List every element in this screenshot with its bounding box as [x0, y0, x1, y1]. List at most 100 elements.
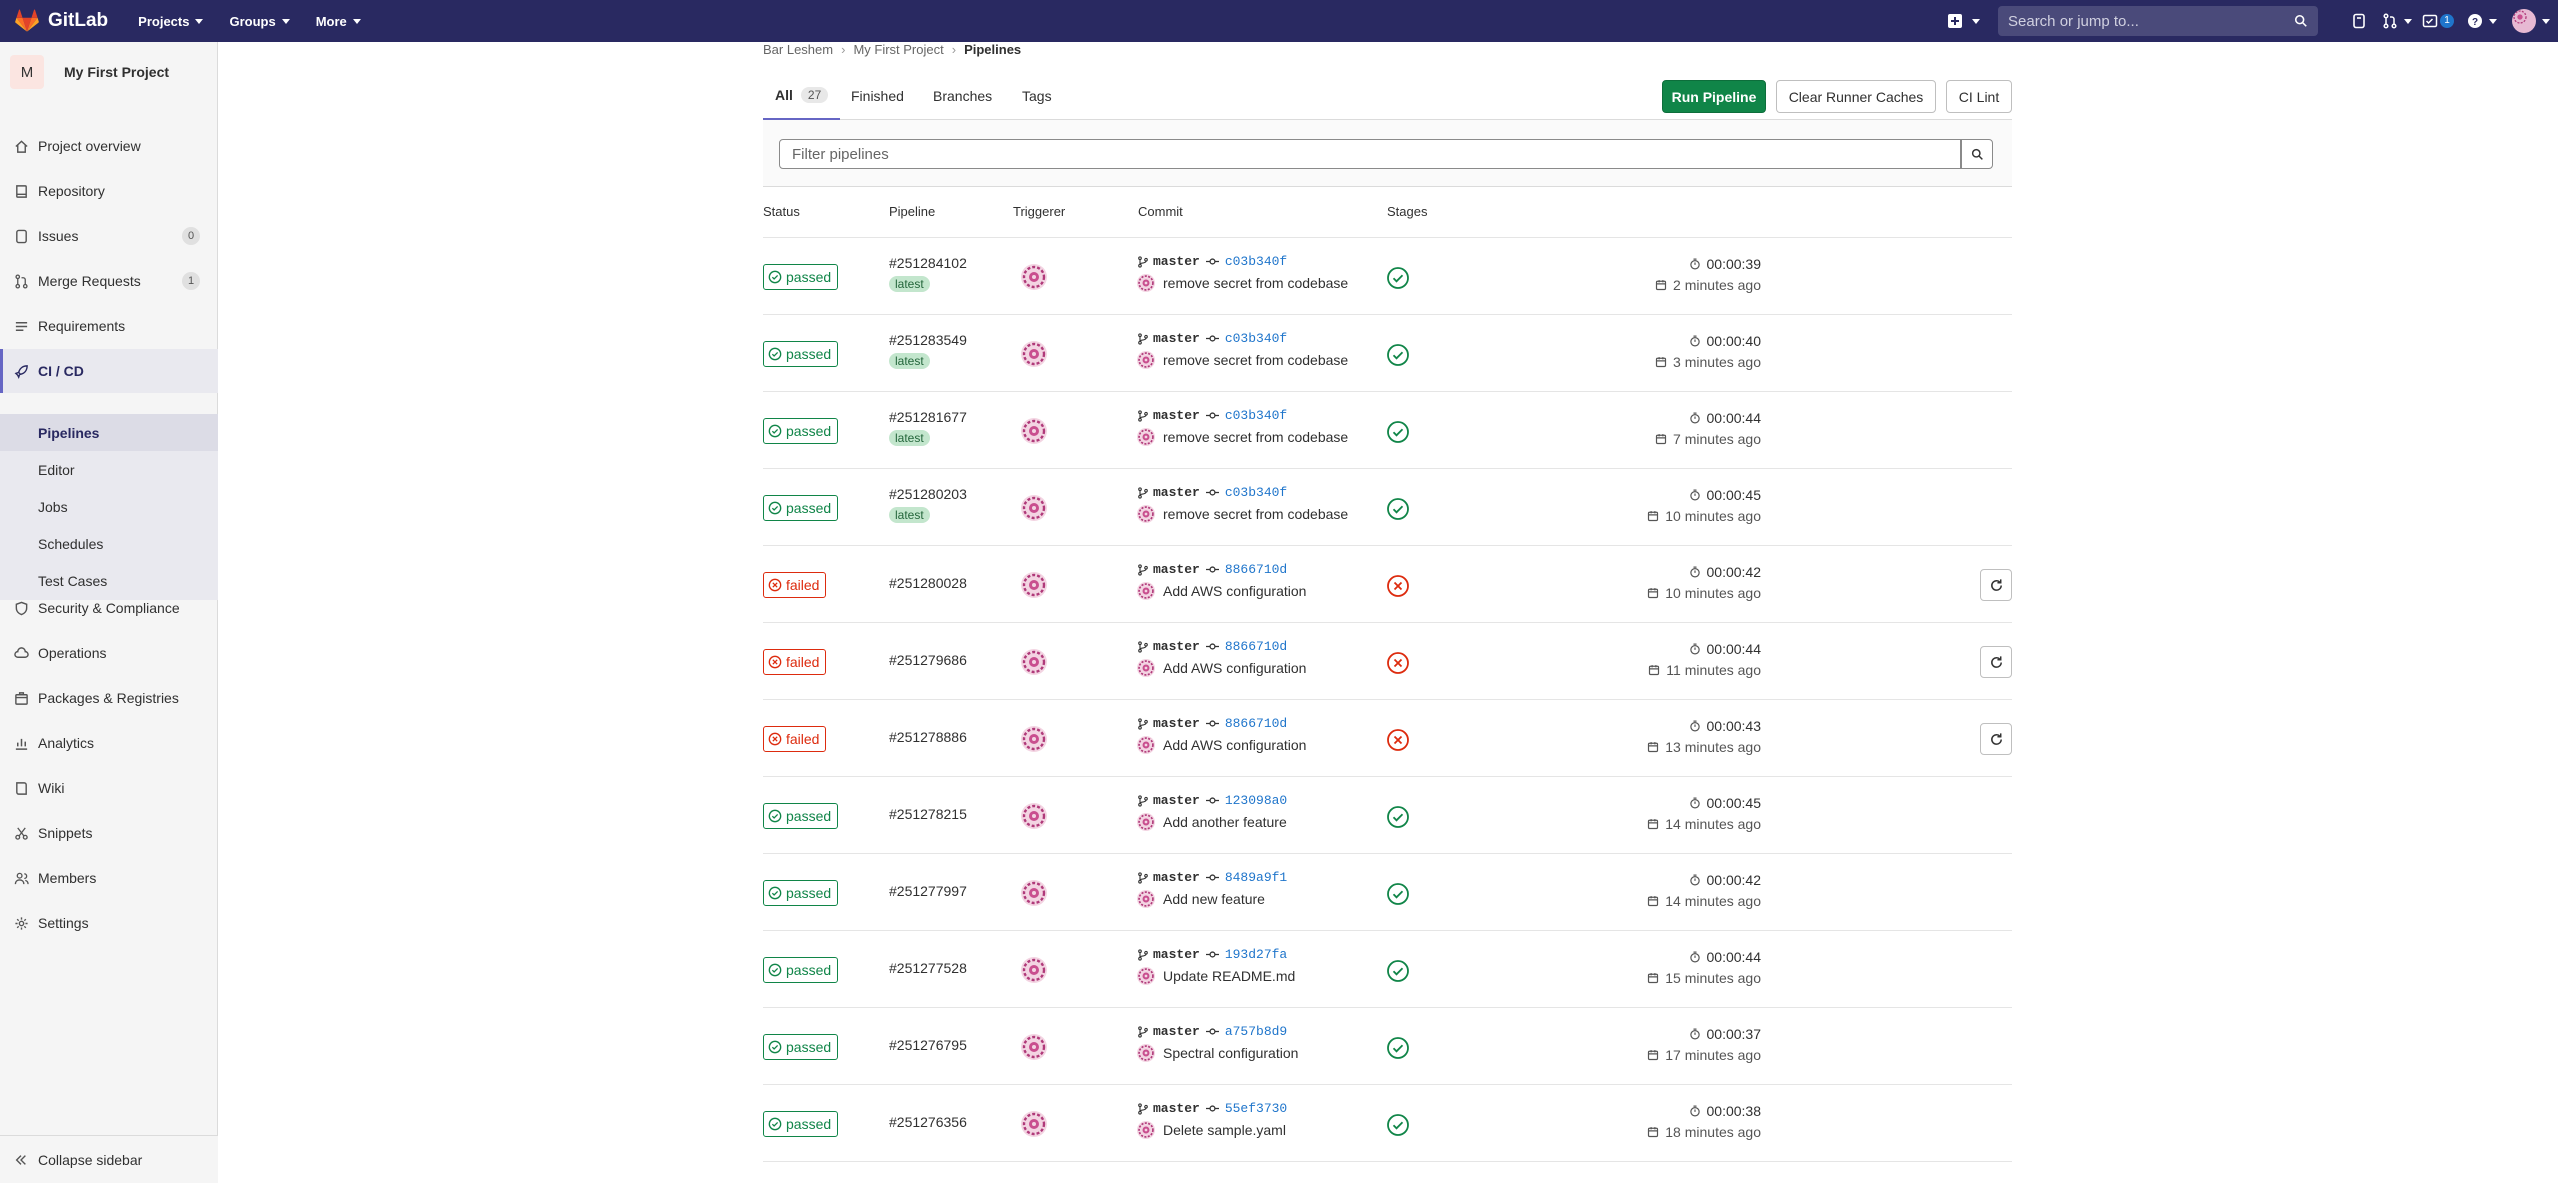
status-badge[interactable]: passed [763, 418, 839, 444]
pipeline-id-link[interactable]: #251276356 [889, 1114, 967, 1130]
sidebar-item-snippets[interactable]: Snippets [0, 811, 218, 855]
stage-passed-icon[interactable] [1386, 1113, 1410, 1137]
author-avatar[interactable] [1137, 351, 1155, 369]
project-header[interactable]: M My First Project [0, 42, 217, 102]
filter-pipelines-input[interactable] [779, 139, 1961, 169]
author-avatar[interactable] [1137, 813, 1155, 831]
pipeline-id-link[interactable]: #251281677 [889, 409, 967, 425]
tab-tags[interactable]: Tags [1022, 72, 1052, 120]
author-avatar[interactable] [1137, 428, 1155, 446]
help-nav-button[interactable]: ? [2460, 0, 2504, 42]
commit-sha-link[interactable]: c03b340f [1225, 331, 1287, 346]
pipeline-id-link[interactable]: #251277997 [889, 883, 967, 899]
sidebar-subitem-editor[interactable]: Editor [0, 451, 218, 488]
triggerer-avatar[interactable] [1021, 572, 1047, 598]
tab-finished[interactable]: Finished [851, 72, 904, 120]
todos-nav-button[interactable]: 1 [2416, 0, 2460, 42]
commit-title-link[interactable]: Add AWS configuration [1163, 737, 1306, 753]
commit-title-link[interactable]: remove secret from codebase [1163, 506, 1348, 522]
commit-sha-link[interactable]: 8866710d [1225, 562, 1287, 577]
author-avatar[interactable] [1137, 582, 1155, 600]
status-badge[interactable]: passed [763, 1034, 839, 1060]
more-menu[interactable]: More [316, 14, 361, 29]
stage-passed-icon[interactable] [1386, 959, 1410, 983]
tab-all[interactable]: All 27 [763, 72, 841, 120]
breadcrumb-current[interactable]: Pipelines [964, 42, 1021, 57]
sidebar-item-packages-registries[interactable]: Packages & Registries [0, 676, 218, 720]
pipeline-id-link[interactable]: #251283549 [889, 332, 967, 348]
stage-passed-icon[interactable] [1386, 343, 1410, 367]
new-item-button[interactable] [1944, 0, 1966, 42]
sidebar-item-analytics[interactable]: Analytics [0, 721, 218, 765]
branch-name-link[interactable]: master [1153, 331, 1200, 346]
sidebar-item-repository[interactable]: Repository [0, 169, 218, 213]
chevron-down-icon[interactable] [1972, 18, 1980, 24]
commit-title-link[interactable]: Add AWS configuration [1163, 660, 1306, 676]
commit-sha-link[interactable]: a757b8d9 [1225, 1024, 1287, 1039]
retry-button[interactable] [1980, 723, 2012, 755]
sidebar-item-settings[interactable]: Settings [0, 901, 218, 945]
groups-menu[interactable]: Groups [229, 14, 290, 29]
author-avatar[interactable] [1137, 659, 1155, 677]
commit-sha-link[interactable]: 123098a0 [1225, 793, 1287, 808]
status-badge[interactable]: passed [763, 803, 839, 829]
branch-name-link[interactable]: master [1153, 716, 1200, 731]
commit-title-link[interactable]: Spectral configuration [1163, 1045, 1298, 1061]
status-badge[interactable]: passed [763, 880, 839, 906]
branch-name-link[interactable]: master [1153, 793, 1200, 808]
sidebar-item-operations[interactable]: Operations [0, 631, 218, 675]
merge-requests-nav-button[interactable] [2378, 0, 2416, 42]
stage-passed-icon[interactable] [1386, 882, 1410, 906]
issues-nav-button[interactable] [2340, 0, 2378, 42]
branch-name-link[interactable]: master [1153, 870, 1200, 885]
commit-title-link[interactable]: Add AWS configuration [1163, 583, 1306, 599]
status-badge[interactable]: passed [763, 341, 839, 367]
commit-sha-link[interactable]: c03b340f [1225, 408, 1287, 423]
user-menu-button[interactable] [2504, 0, 2558, 42]
sidebar-item-security-compliance[interactable]: Security & Compliance [0, 586, 218, 630]
search-input[interactable] [2008, 12, 2294, 30]
stage-passed-icon[interactable] [1386, 497, 1410, 521]
stage-passed-icon[interactable] [1386, 266, 1410, 290]
pipeline-id-link[interactable]: #251280203 [889, 486, 967, 502]
clear-runner-caches-button[interactable]: Clear Runner Caches [1776, 80, 1936, 113]
status-badge[interactable]: passed [763, 495, 839, 521]
triggerer-avatar[interactable] [1021, 649, 1047, 675]
pipeline-id-link[interactable]: #251284102 [889, 255, 967, 271]
author-avatar[interactable] [1137, 967, 1155, 985]
author-avatar[interactable] [1137, 1044, 1155, 1062]
run-pipeline-button[interactable]: Run Pipeline [1662, 80, 1766, 113]
filter-search-button[interactable] [1961, 139, 1993, 169]
breadcrumb-link[interactable]: Bar Leshem [763, 42, 833, 57]
stage-failed-icon[interactable] [1386, 651, 1410, 675]
triggerer-avatar[interactable] [1021, 1034, 1047, 1060]
commit-sha-link[interactable]: 193d27fa [1225, 947, 1287, 962]
pipeline-id-link[interactable]: #251280028 [889, 575, 967, 591]
status-badge[interactable]: failed [763, 726, 827, 752]
branch-name-link[interactable]: master [1153, 408, 1200, 423]
commit-sha-link[interactable]: c03b340f [1225, 254, 1287, 269]
commit-title-link[interactable]: remove secret from codebase [1163, 429, 1348, 445]
status-badge[interactable]: passed [763, 264, 839, 290]
branch-name-link[interactable]: master [1153, 562, 1200, 577]
branch-name-link[interactable]: master [1153, 254, 1200, 269]
triggerer-avatar[interactable] [1021, 264, 1047, 290]
sidebar-item-requirements[interactable]: Requirements [0, 304, 218, 348]
author-avatar[interactable] [1137, 890, 1155, 908]
triggerer-avatar[interactable] [1021, 957, 1047, 983]
stage-passed-icon[interactable] [1386, 805, 1410, 829]
triggerer-avatar[interactable] [1021, 1111, 1047, 1137]
sidebar-item-project-overview[interactable]: Project overview [0, 124, 218, 168]
triggerer-avatar[interactable] [1021, 495, 1047, 521]
retry-button[interactable] [1980, 646, 2012, 678]
commit-sha-link[interactable]: 55ef3730 [1225, 1101, 1287, 1116]
sidebar-item-merge-requests[interactable]: Merge Requests 1 [0, 259, 218, 303]
stage-passed-icon[interactable] [1386, 420, 1410, 444]
commit-title-link[interactable]: Add new feature [1163, 891, 1265, 907]
commit-title-link[interactable]: Delete sample.yaml [1163, 1122, 1286, 1138]
global-search[interactable] [1998, 6, 2318, 36]
commit-sha-link[interactable]: 8489a9f1 [1225, 870, 1287, 885]
retry-button[interactable] [1980, 569, 2012, 601]
pipeline-id-link[interactable]: #251279686 [889, 652, 967, 668]
branch-name-link[interactable]: master [1153, 485, 1200, 500]
